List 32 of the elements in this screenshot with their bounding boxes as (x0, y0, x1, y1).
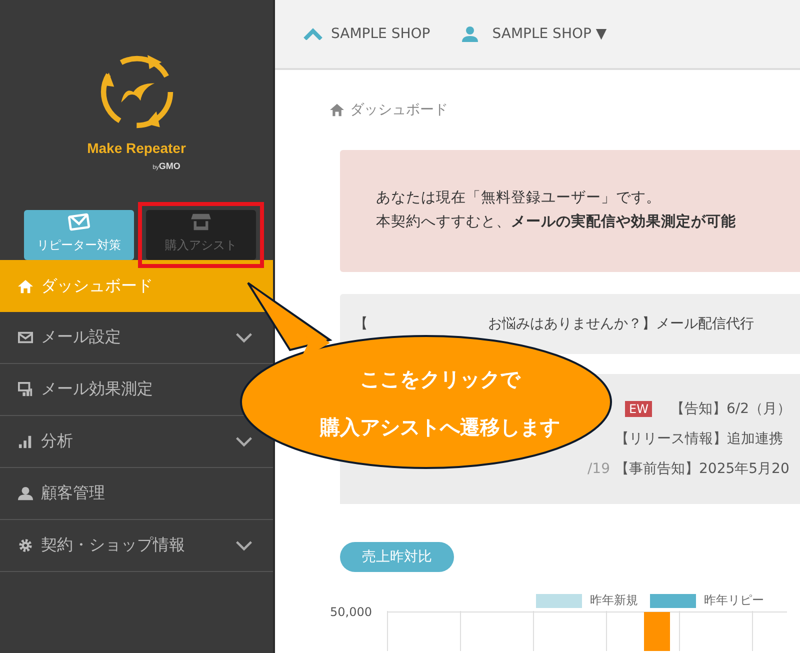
mail-chart-icon (18, 382, 33, 397)
user-icon (462, 26, 478, 42)
shop-icon (190, 213, 212, 231)
news-link[interactable]: 【告知】6/2（月） (670, 400, 791, 418)
notice-text: あなたは現在「無料登録ユーザー」です。 (376, 189, 662, 208)
mail-icon (18, 330, 33, 345)
home-icon (330, 103, 344, 117)
notice-text: 本契約へすすむと、メールの実配信や効果測定が可能 (376, 212, 737, 232)
callout-text: ここをクリックで (359, 366, 522, 393)
menu-item[interactable]: 契約・ショップ情報 (0, 520, 273, 572)
legend-label: 昨年リピー (704, 592, 764, 609)
legend-label: 昨年新規 (590, 592, 638, 609)
breadcrumb: ダッシュボード (350, 101, 448, 119)
chevron-up-icon (303, 28, 323, 40)
news-date: /19 (587, 461, 610, 477)
gear-icon (18, 538, 33, 553)
news-link[interactable]: 【リリース情報】追加連携 (615, 430, 783, 448)
shop-link[interactable]: SAMPLE SHOP (303, 26, 430, 42)
new-badge: EW (625, 401, 652, 417)
bar-chart-icon (18, 434, 33, 449)
person-icon (18, 486, 33, 501)
menu-item[interactable]: 顧客管理 (0, 468, 273, 520)
banner-text: お悩みはありませんか？】メール配信代行 (488, 315, 754, 333)
y-axis-label: 50,000 (330, 605, 373, 621)
account-menu[interactable]: SAMPLE SHOP ▼ (462, 26, 607, 42)
envelope-icon (68, 213, 90, 231)
logo-name: Make Repeater (87, 140, 186, 156)
logo-company: GMO (158, 161, 180, 171)
callout-text: 購入アシストへ遷移します (318, 414, 561, 441)
home-icon (18, 278, 33, 294)
banner-bracket: 【 (354, 315, 368, 333)
news-link[interactable]: 【事前告知】2025年5月20 (615, 460, 790, 478)
